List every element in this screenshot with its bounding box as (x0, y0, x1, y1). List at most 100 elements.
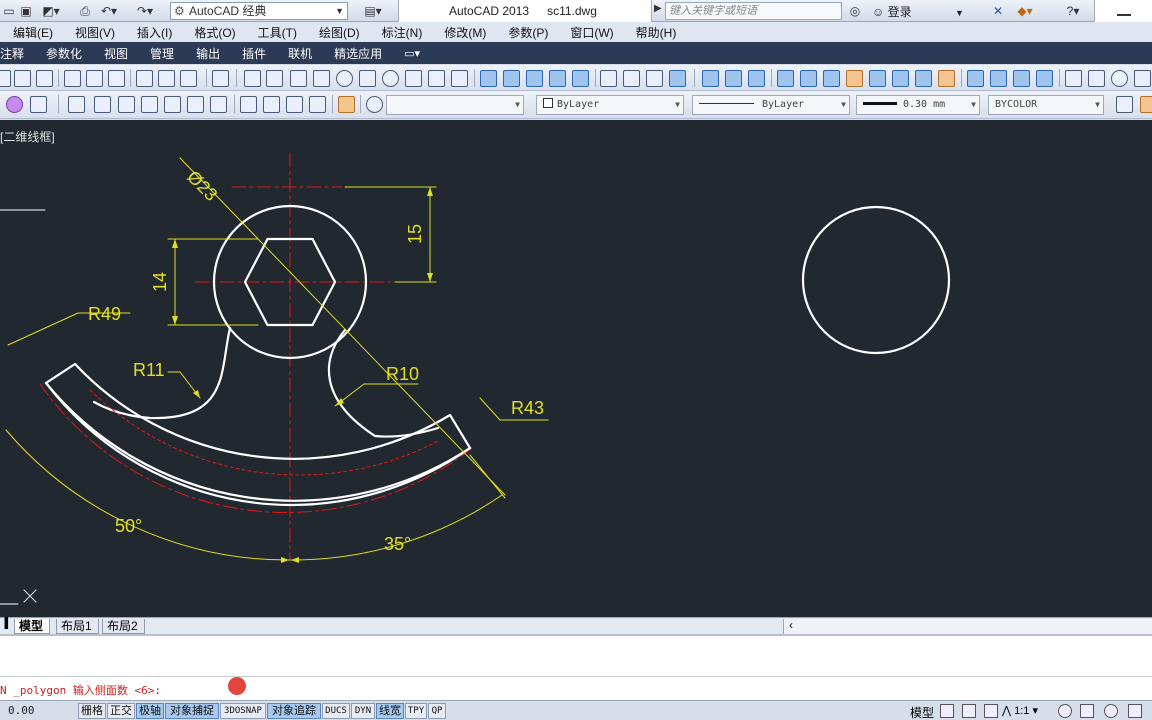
hidden-icon[interactable] (118, 96, 135, 113)
table-icon[interactable] (1116, 96, 1133, 113)
lightbulb-icon[interactable] (1140, 96, 1152, 113)
interfere-icon[interactable] (1088, 70, 1105, 87)
polysolid-icon[interactable] (244, 70, 261, 87)
visual-style-icon[interactable] (30, 96, 47, 113)
rotate-face-icon[interactable] (869, 70, 886, 87)
app-store-icon[interactable]: ◆▾ (1012, 3, 1038, 19)
3d-move-icon[interactable] (600, 70, 617, 87)
workspace-menu-icon[interactable]: ▤▾ (360, 3, 386, 19)
open-icon[interactable]: ▭ (2, 3, 16, 19)
ducs-toggle[interactable]: DUCS (322, 703, 350, 719)
menu-dimension[interactable]: 标注(N) (382, 24, 423, 41)
search-expand-icon[interactable]: ▶ (654, 3, 662, 14)
3d-wireframe-icon[interactable] (94, 96, 111, 113)
redo-icon[interactable]: ↷▾ (134, 3, 156, 19)
move-face-icon[interactable] (800, 70, 817, 87)
color-combo[interactable]: ByLayer ▼ (536, 95, 684, 115)
tab-layout1[interactable]: 布局1 (56, 619, 99, 634)
ucs-face-icon[interactable] (36, 70, 53, 87)
presspull-icon[interactable] (503, 70, 520, 87)
lineweight-combo[interactable]: 0.30 mm ▼ (856, 95, 980, 115)
ucs-view-icon[interactable] (158, 70, 175, 87)
print-icon[interactable]: ⎙ (76, 3, 94, 19)
section-icon[interactable] (1111, 70, 1128, 87)
menu-window[interactable]: 窗口(W) (570, 24, 613, 41)
render-icon[interactable] (338, 96, 355, 113)
3d-align-icon[interactable] (646, 70, 663, 87)
tab-plugins[interactable]: 插件 (242, 45, 266, 62)
model-space-label[interactable]: 模型 (910, 704, 934, 720)
torus-icon[interactable] (382, 70, 399, 87)
toolbar-lock-icon[interactable] (1128, 704, 1142, 718)
extrude-icon[interactable] (480, 70, 497, 87)
scroll-left-icon[interactable]: ‹ (789, 618, 793, 632)
osnap-toggle[interactable]: 对象捕捉 (165, 703, 219, 719)
box-icon[interactable] (266, 70, 283, 87)
undo-icon[interactable]: ↶▾ (98, 3, 120, 19)
wedge-icon[interactable] (290, 70, 307, 87)
horizontal-scrollbar[interactable]: ‹ (783, 618, 1152, 634)
sphere-icon[interactable] (336, 70, 353, 87)
minimize-button[interactable] (1094, 0, 1152, 22)
tab-model[interactable]: 模型 (14, 619, 51, 634)
qp-toggle[interactable]: QP (428, 703, 446, 719)
check-icon[interactable] (1134, 70, 1151, 87)
view-combo[interactable]: ▼ (386, 95, 524, 115)
shell-icon[interactable] (1036, 70, 1053, 87)
ucs-z-icon[interactable] (108, 70, 125, 87)
shades-gray-icon[interactable] (240, 96, 257, 113)
extrude-face-icon[interactable] (777, 70, 794, 87)
exchange-icon[interactable]: ✕ (990, 3, 1006, 19)
tab-online[interactable]: 联机 (288, 45, 312, 62)
command-window[interactable]: N _polygon 输入侧面数 <6>: (0, 634, 1152, 700)
clean-icon[interactable] (990, 70, 1007, 87)
menu-edit[interactable]: 编辑(E) (13, 24, 53, 41)
union-icon[interactable] (702, 70, 719, 87)
taper-face-icon[interactable] (892, 70, 909, 87)
viewport-label[interactable]: [二维线框] (0, 128, 55, 145)
tab-view[interactable]: 视图 (104, 45, 128, 62)
ucs-3point-icon[interactable] (136, 70, 153, 87)
tpy-toggle[interactable]: TPY (405, 703, 427, 719)
annotation-scale[interactable]: ⋀ 1:1 ▾ (1002, 704, 1038, 717)
ucs-icon[interactable] (0, 70, 11, 87)
menu-format[interactable]: 格式(O) (194, 24, 235, 41)
realistic-icon[interactable] (141, 96, 158, 113)
save-as-icon[interactable]: ◩▾ (40, 3, 62, 19)
ortho-toggle[interactable]: 正交 (107, 703, 135, 719)
drawing-canvas[interactable]: Ø23 R49 R11 R10 R43 14 15 50° 35° [二维线框] (0, 120, 1152, 617)
materials-icon[interactable] (6, 96, 23, 113)
slice-icon[interactable] (1065, 70, 1082, 87)
ucs-origin-icon[interactable] (14, 70, 31, 87)
sketchy-icon[interactable] (263, 96, 280, 113)
binoculars-icon[interactable]: ◎ (846, 3, 864, 19)
menu-help[interactable]: 帮助(H) (636, 24, 677, 41)
menu-view[interactable]: 视图(V) (75, 24, 115, 41)
revolve-icon[interactable] (549, 70, 566, 87)
auto-scale-icon[interactable] (1080, 704, 1094, 718)
help-button[interactable]: ? ▾ (1060, 3, 1086, 19)
tab-layout2[interactable]: 布局2 (102, 619, 145, 634)
workspace-switch-gear-icon[interactable] (1104, 704, 1118, 718)
tab-output[interactable]: 输出 (196, 45, 220, 62)
plotstyle-combo[interactable]: BYCOLOR ▼ (988, 95, 1104, 115)
save-icon[interactable]: ▣ (18, 3, 34, 19)
annotation-visibility-icon[interactable] (1058, 704, 1072, 718)
delete-face-icon[interactable] (846, 70, 863, 87)
sweep-icon[interactable] (526, 70, 543, 87)
tab-manage[interactable]: 管理 (150, 45, 174, 62)
lineweight-toggle[interactable]: 线宽 (376, 703, 404, 719)
cone-icon[interactable] (313, 70, 330, 87)
cylinder-icon[interactable] (359, 70, 376, 87)
3dosnap-toggle[interactable]: 3DOSNAP (220, 703, 266, 719)
ribbon-toggle-icon[interactable]: ▭▾ (404, 47, 420, 60)
menu-insert[interactable]: 插入(I) (137, 24, 172, 41)
helix-icon[interactable] (428, 70, 445, 87)
dyn-toggle[interactable]: DYN (351, 703, 375, 719)
separate-icon[interactable] (1013, 70, 1030, 87)
imprint-icon[interactable] (967, 70, 984, 87)
conceptual-icon[interactable] (164, 96, 181, 113)
tab-featured-apps[interactable]: 精选应用 (334, 45, 382, 62)
loft-icon[interactable] (572, 70, 589, 87)
color-face-icon[interactable] (938, 70, 955, 87)
